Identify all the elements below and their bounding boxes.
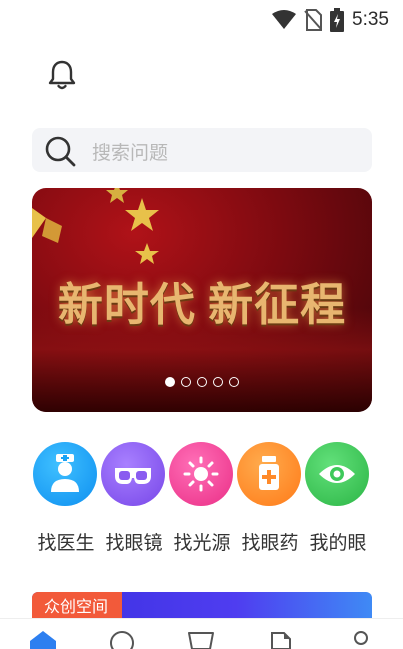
carousel-dot[interactable] — [213, 377, 223, 387]
doctor-icon — [51, 454, 79, 492]
category-label: 我的眼 — [309, 532, 367, 554]
category-icon-bg — [101, 442, 165, 506]
category-label: 找光源 — [173, 532, 231, 554]
carousel-dot[interactable] — [181, 377, 191, 387]
sun-icon — [183, 456, 219, 492]
medicine-bottle-icon — [259, 456, 279, 490]
eye-icon — [319, 465, 355, 483]
category-grid: 找医生 找眼镜 找光源 找眼药 我的眼 — [32, 440, 372, 560]
banner-carousel[interactable]: 新时代 新征程 — [32, 188, 372, 412]
banner-title: 新时代 新征程 — [57, 280, 347, 330]
status-time: 5:35 — [352, 9, 389, 30]
category-icon-bg — [237, 442, 301, 506]
category-icon-bg — [169, 442, 233, 506]
carousel-dot[interactable] — [229, 377, 239, 387]
home-icon[interactable] — [28, 629, 58, 649]
category-label: 找眼镜 — [105, 532, 163, 554]
bottom-tab-bar — [0, 618, 403, 649]
status-bar: 5:35 — [0, 0, 403, 40]
category-icon-bg — [33, 442, 97, 506]
search-bar[interactable]: 搜索问题 — [32, 128, 372, 172]
carousel-dot[interactable] — [165, 377, 175, 387]
search-placeholder: 搜索问题 — [92, 142, 169, 164]
cart-icon[interactable] — [186, 629, 216, 649]
no-sim-icon — [304, 9, 323, 31]
carousel-dots — [32, 377, 372, 387]
chat-icon[interactable] — [107, 629, 137, 649]
battery-charging-icon — [330, 8, 345, 32]
carousel-dot[interactable] — [197, 377, 207, 387]
wifi-icon — [272, 10, 297, 29]
bell-icon[interactable] — [45, 58, 79, 92]
glasses-icon — [115, 468, 151, 484]
category-label: 找医生 — [37, 532, 95, 554]
category-icon-bg — [305, 442, 369, 506]
search-icon — [45, 136, 76, 167]
profile-icon[interactable] — [346, 629, 376, 649]
category-label: 找眼药 — [241, 532, 299, 554]
note-icon[interactable] — [266, 629, 296, 649]
status-icons: 5:35 — [272, 6, 389, 34]
